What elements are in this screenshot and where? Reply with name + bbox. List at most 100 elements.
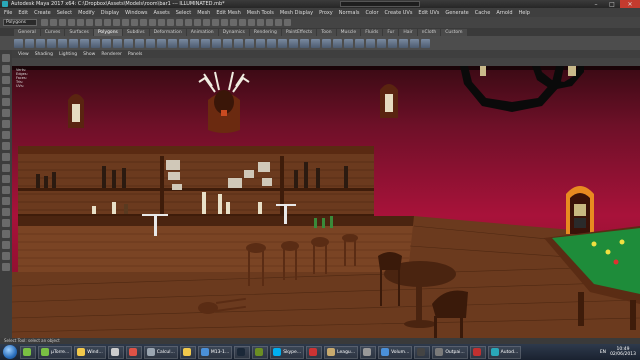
taskbar-item[interactable]: Outpai... xyxy=(432,345,468,359)
panel-menu-lighting[interactable]: Lighting xyxy=(59,52,77,57)
shelf-tab-rendering[interactable]: Rendering xyxy=(249,29,281,36)
shelf-tool-icon[interactable] xyxy=(179,38,188,48)
toolbox-tool-icon[interactable] xyxy=(2,54,10,62)
shelf-tool-icon[interactable] xyxy=(333,38,342,48)
panel-menu-show[interactable]: Show xyxy=(83,52,95,57)
toolbox-tool-icon[interactable] xyxy=(2,241,10,249)
menu-item-edit-uvs[interactable]: Edit UVs xyxy=(418,10,439,16)
toolbox-tool-icon[interactable] xyxy=(2,208,10,216)
close-button[interactable]: ✕ xyxy=(620,0,640,8)
shelf-tool-icon[interactable] xyxy=(223,38,232,48)
shelf-tab-curves[interactable]: Curves xyxy=(40,29,65,36)
shelf-tool-icon[interactable] xyxy=(102,38,111,48)
shelf-tool-icon[interactable] xyxy=(366,38,375,48)
shelf-tool-icon[interactable] xyxy=(245,38,254,48)
shelf-tool-icon[interactable] xyxy=(201,38,210,48)
toolbox-tool-icon[interactable] xyxy=(2,98,10,106)
taskbar-item[interactable] xyxy=(360,345,377,359)
status-tool-icon[interactable] xyxy=(113,19,120,26)
menu-item-color[interactable]: Color xyxy=(365,10,378,16)
taskbar-item[interactable]: Leagu... xyxy=(324,345,359,359)
shelf-tab-painteffects[interactable]: PaintEffects xyxy=(281,29,317,36)
menu-item-windows[interactable]: Windows xyxy=(125,10,147,16)
status-tool-icon[interactable] xyxy=(158,19,165,26)
menu-item-help[interactable]: Help xyxy=(519,10,530,16)
status-tool-icon[interactable] xyxy=(50,19,57,26)
toolbox-tool-icon[interactable] xyxy=(2,109,10,117)
language-indicator[interactable]: EN xyxy=(600,350,606,355)
shelf-tool-icon[interactable] xyxy=(289,38,298,48)
status-tool-icon[interactable] xyxy=(149,19,156,26)
shelf-tab-deformation[interactable]: Deformation xyxy=(149,29,186,36)
shelf-tool-icon[interactable] xyxy=(256,38,265,48)
shelf-tool-icon[interactable] xyxy=(234,38,243,48)
toolbox-tool-icon[interactable] xyxy=(2,120,10,128)
shelf-tool-icon[interactable] xyxy=(91,38,100,48)
shelf-tab-animation[interactable]: Animation xyxy=(186,29,218,36)
status-tool-icon[interactable] xyxy=(68,19,75,26)
taskbar-item[interactable] xyxy=(252,345,269,359)
shelf-tool-icon[interactable] xyxy=(344,38,353,48)
shelf-tool-icon[interactable] xyxy=(322,38,331,48)
viewport-3d[interactable]: Verts: Edges: Faces: Tris: UVs: xyxy=(12,66,640,338)
shelf-tab-general[interactable]: General xyxy=(14,29,40,36)
clock[interactable]: 10:49 02/06/2013 xyxy=(610,347,636,357)
taskbar-item[interactable] xyxy=(234,345,251,359)
shelf-tool-icon[interactable] xyxy=(355,38,364,48)
taskbar-item[interactable] xyxy=(20,345,36,359)
shelf-tool-icon[interactable] xyxy=(146,38,155,48)
taskbar-item[interactable] xyxy=(107,345,124,359)
shelf-tool-icon[interactable] xyxy=(36,38,45,48)
shelf-tool-icon[interactable] xyxy=(113,38,122,48)
toolbox-tool-icon[interactable] xyxy=(2,65,10,73)
status-tool-icon[interactable] xyxy=(131,19,138,26)
menu-item-generate[interactable]: Generate xyxy=(445,10,468,16)
status-tool-icon[interactable] xyxy=(275,19,282,26)
shelf-tab-polygons[interactable]: Polygons xyxy=(93,29,122,36)
status-tool-icon[interactable] xyxy=(185,19,192,26)
menu-set-select[interactable]: Polygons xyxy=(3,19,37,26)
status-tool-icon[interactable] xyxy=(230,19,237,26)
status-tool-icon[interactable] xyxy=(266,19,273,26)
shelf-tab-custom[interactable]: Custom xyxy=(441,29,467,36)
shelf-tool-icon[interactable] xyxy=(58,38,67,48)
minimize-button[interactable]: – xyxy=(588,0,604,8)
menu-item-create-uvs[interactable]: Create UVs xyxy=(385,10,413,16)
menu-item-arnold[interactable]: Arnold xyxy=(496,10,512,16)
taskbar-item[interactable]: Wind... xyxy=(74,345,106,359)
shelf-tool-icon[interactable] xyxy=(278,38,287,48)
status-tool-icon[interactable] xyxy=(176,19,183,26)
toolbox-tool-icon[interactable] xyxy=(2,197,10,205)
status-tool-icon[interactable] xyxy=(95,19,102,26)
taskbar-item[interactable] xyxy=(179,345,196,359)
toolbox-tool-icon[interactable] xyxy=(2,142,10,150)
menu-item-file[interactable]: File xyxy=(4,10,12,16)
shelf-tool-icon[interactable] xyxy=(267,38,276,48)
menu-item-display[interactable]: Display xyxy=(101,10,119,16)
search-input[interactable] xyxy=(340,1,420,7)
shelf-tool-icon[interactable] xyxy=(47,38,56,48)
shelf-tab-muscle[interactable]: Muscle xyxy=(336,29,361,36)
shelf-tab-ncloth[interactable]: nCloth xyxy=(417,29,441,36)
shelf-tool-icon[interactable] xyxy=(399,38,408,48)
taskbar-item[interactable]: Volum... xyxy=(378,345,413,359)
status-tool-icon[interactable] xyxy=(221,19,228,26)
shelf-tab-fur[interactable]: Fur xyxy=(383,29,399,36)
toolbox-tool-icon[interactable] xyxy=(2,164,10,172)
status-tool-icon[interactable] xyxy=(239,19,246,26)
panel-menu-shading[interactable]: Shading xyxy=(35,52,53,57)
taskbar-item[interactable] xyxy=(414,345,431,359)
status-tool-icon[interactable] xyxy=(122,19,129,26)
shelf-tab-hair[interactable]: Hair xyxy=(399,29,417,36)
status-tool-icon[interactable] xyxy=(41,19,48,26)
shelf-tool-icon[interactable] xyxy=(190,38,199,48)
shelf-tab-surfaces[interactable]: Surfaces xyxy=(65,29,93,36)
toolbox-tool-icon[interactable] xyxy=(2,219,10,227)
taskbar-item[interactable]: M13-1... xyxy=(197,345,233,359)
shelf-tool-icon[interactable] xyxy=(377,38,386,48)
status-tool-icon[interactable] xyxy=(203,19,210,26)
shelf-tool-icon[interactable] xyxy=(410,38,419,48)
status-tool-icon[interactable] xyxy=(167,19,174,26)
menu-item-mesh-display[interactable]: Mesh Display xyxy=(280,10,313,16)
shelf-tool-icon[interactable] xyxy=(311,38,320,48)
